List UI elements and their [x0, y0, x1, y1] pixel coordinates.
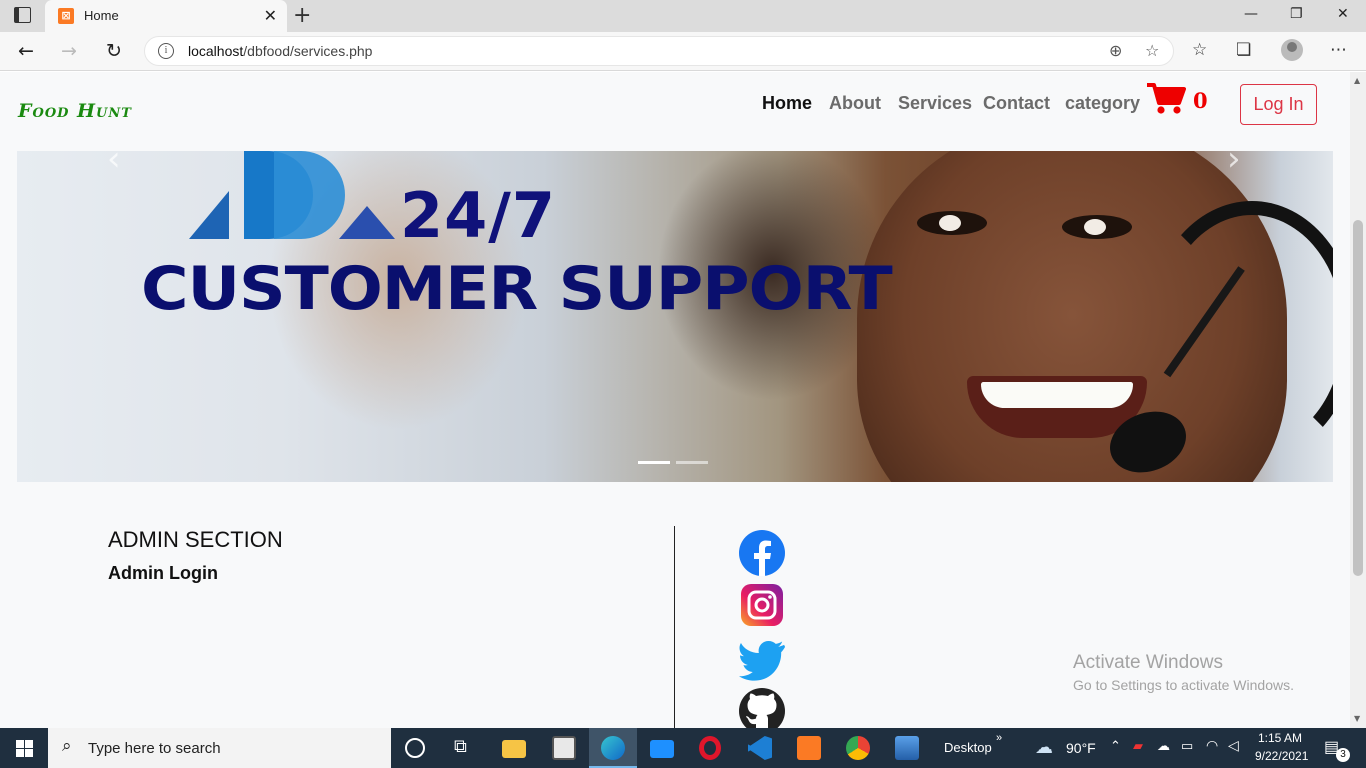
clock-time[interactable]: 1:15 AM	[1258, 731, 1302, 745]
carousel-indicator[interactable]	[638, 461, 670, 464]
tab-title: Home	[84, 8, 119, 23]
forward-icon[interactable]: →	[61, 40, 77, 62]
browser-tab[interactable]: ⊠ Home ✕	[45, 0, 287, 32]
carousel-next-icon[interactable]: ›	[1227, 151, 1241, 179]
carousel-prev-icon[interactable]: ‹	[107, 151, 121, 179]
scroll-up-icon[interactable]: ▲	[1354, 76, 1360, 85]
site-brand[interactable]: Food Hunt	[18, 100, 132, 122]
admin-heading: ADMIN SECTION	[108, 527, 283, 552]
github-icon[interactable]	[739, 688, 785, 728]
file-explorer-icon[interactable]	[502, 740, 526, 758]
url-text[interactable]: localhost/dbfood/services.php	[188, 43, 372, 59]
browser-toolbar: ← → ↻ i localhost/dbfood/services.php ⊕ …	[0, 32, 1366, 71]
page-scrollbar[interactable]: ▲ ▼	[1350, 72, 1366, 728]
opera-icon[interactable]	[699, 736, 721, 760]
eye	[917, 211, 987, 235]
back-icon[interactable]: ←	[18, 40, 34, 62]
favorites-icon[interactable]: ☆	[1192, 40, 1207, 60]
mail-icon[interactable]	[650, 740, 674, 758]
facebook-icon[interactable]	[739, 530, 785, 576]
weather-temp[interactable]: 90°F	[1066, 740, 1096, 756]
site-info-icon[interactable]: i	[158, 43, 174, 59]
zoom-icon[interactable]: ⊕	[1109, 41, 1122, 60]
site-navbar: Food Hunt Home About Services Contact ca…	[0, 72, 1350, 151]
company-logo-icon	[189, 151, 395, 239]
divider	[674, 526, 675, 728]
web-page: Food Hunt Home About Services Contact ca…	[0, 72, 1350, 728]
restore-icon[interactable]: ❐	[1290, 6, 1303, 22]
new-tab-icon[interactable]: +	[293, 3, 311, 28]
carousel-indicators	[638, 449, 714, 468]
cortana-icon[interactable]	[405, 738, 425, 758]
windows-start-icon[interactable]	[16, 740, 33, 757]
tab-actions-icon[interactable]	[14, 7, 31, 23]
xampp-icon[interactable]	[797, 736, 821, 760]
search-placeholder: Type here to search	[88, 740, 221, 757]
network-tray-icon[interactable]: ☁	[1157, 738, 1170, 754]
activate-windows-hint: Go to Settings to activate Windows.	[1073, 677, 1294, 693]
carousel-indicator[interactable]	[676, 461, 708, 464]
refresh-icon[interactable]: ↻	[106, 40, 122, 62]
photos-icon[interactable]	[895, 736, 919, 760]
desktop-toolbar[interactable]: Desktop	[944, 740, 992, 755]
carousel-subheadline: CUSTOMER SUPPORT	[141, 254, 893, 324]
wifi-icon[interactable]: ◠	[1206, 737, 1218, 754]
vscode-icon[interactable]	[748, 736, 772, 760]
xampp-icon: ⊠	[58, 8, 74, 24]
nav-contact[interactable]: Contact	[983, 93, 1050, 114]
activate-windows-title: Activate Windows	[1073, 652, 1223, 673]
login-button[interactable]: Log In	[1240, 84, 1317, 125]
toolbar-expand-icon[interactable]: »	[996, 732, 1002, 744]
nav-services[interactable]: Services	[898, 93, 972, 114]
edge-icon[interactable]	[601, 736, 625, 760]
add-favorite-icon[interactable]: ☆	[1145, 41, 1159, 60]
collections-icon[interactable]: ❏	[1236, 40, 1251, 60]
chrome-icon[interactable]	[846, 736, 870, 760]
taskbar-search[interactable]: ⌕ Type here to search	[48, 728, 391, 768]
task-view-icon[interactable]: ⧉	[454, 736, 467, 757]
nav-category[interactable]: category	[1065, 93, 1140, 114]
weather-icon[interactable]: ☁	[1035, 737, 1053, 758]
scroll-down-icon[interactable]: ▼	[1354, 714, 1360, 723]
close-window-icon[interactable]: ✕	[1337, 6, 1349, 22]
hero-carousel: 24/7 CUSTOMER SUPPORT ‹ ›	[17, 151, 1333, 482]
close-tab-icon[interactable]: ✕	[264, 6, 277, 25]
twitter-icon[interactable]	[739, 638, 785, 684]
battery-icon[interactable]: ▭	[1181, 738, 1193, 754]
nav-about[interactable]: About	[829, 93, 881, 114]
notification-badge: 3	[1336, 748, 1350, 762]
more-menu-icon[interactable]: ⋯	[1330, 40, 1347, 60]
nav-home[interactable]: Home	[762, 93, 812, 114]
search-icon: ⌕	[62, 736, 72, 756]
carousel-headline: 24/7	[400, 179, 557, 252]
profile-avatar[interactable]	[1281, 39, 1303, 61]
instagram-icon[interactable]	[741, 584, 783, 626]
scroll-thumb[interactable]	[1353, 220, 1363, 576]
windows-taskbar: ⌕ Type here to search ⧉ Desktop » ☁ 90°F…	[0, 728, 1366, 768]
store-icon[interactable]	[552, 736, 576, 760]
cart-icon[interactable]	[1146, 81, 1186, 115]
pdf-tray-icon[interactable]: ▰	[1133, 738, 1143, 754]
browser-tab-strip: ⊠ Home ✕ + — ❐ ✕	[0, 0, 1366, 32]
address-bar[interactable]: i localhost/dbfood/services.php ⊕ ☆	[144, 36, 1174, 66]
admin-login-link[interactable]: Admin Login	[108, 563, 218, 584]
clock-date[interactable]: 9/22/2021	[1255, 749, 1308, 763]
cart-count: 0	[1193, 88, 1208, 113]
show-hidden-icons[interactable]: ⌃	[1110, 738, 1121, 754]
eye	[1062, 215, 1132, 239]
volume-icon[interactable]: ◁	[1228, 737, 1239, 754]
minimize-icon[interactable]: —	[1244, 6, 1258, 22]
